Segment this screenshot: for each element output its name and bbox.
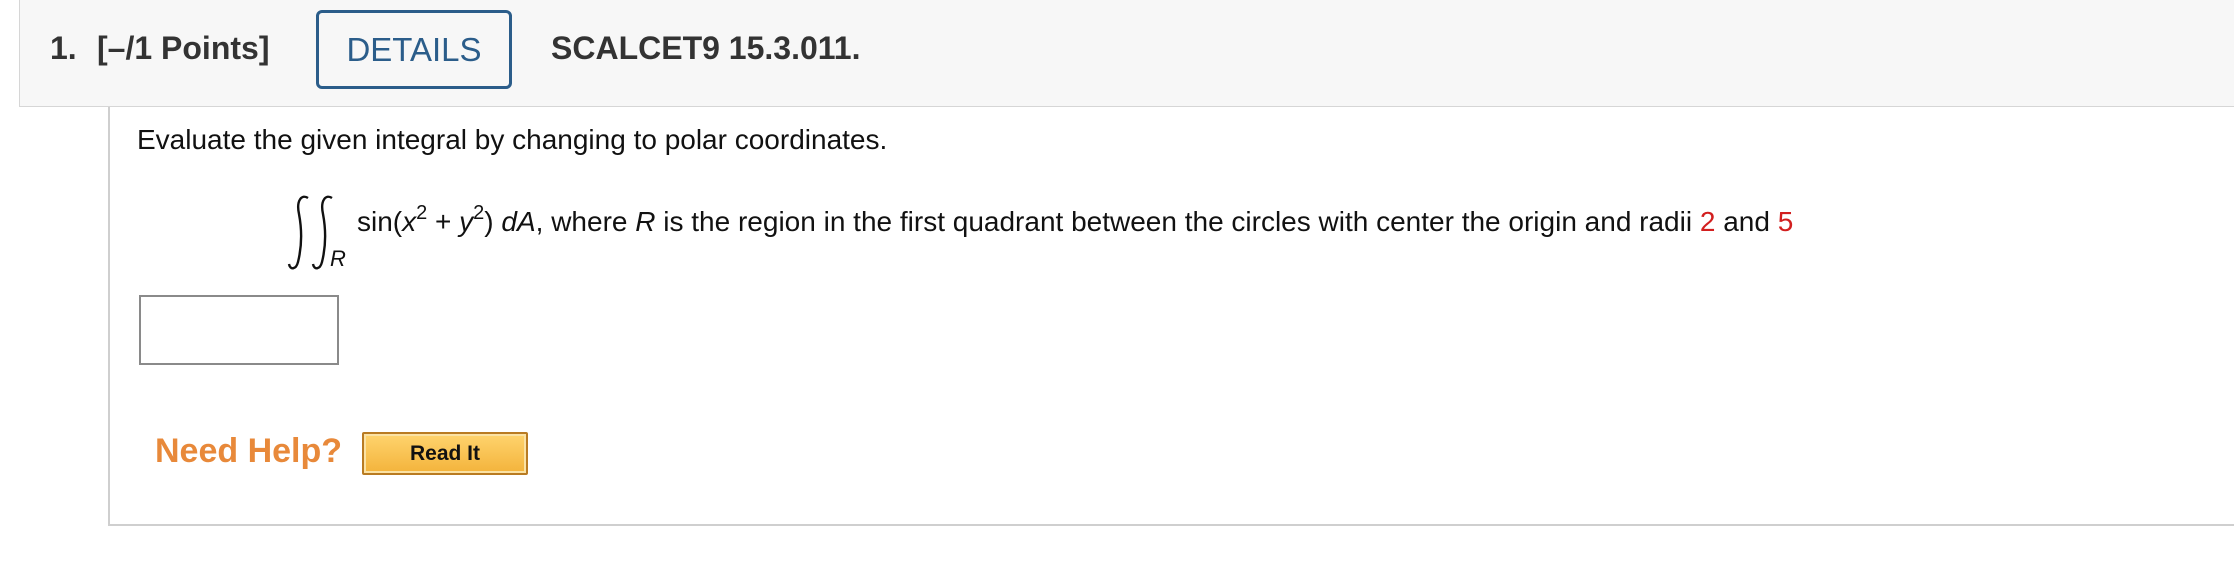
region-description: is the region in the first quadrant betw… <box>655 206 1700 237</box>
need-help-label: Need Help? <box>155 432 343 470</box>
differential: dA <box>501 206 536 237</box>
exponent-y: 2 <box>473 202 485 224</box>
question-number: 1. <box>50 30 77 66</box>
var-y: y <box>459 206 474 237</box>
integral-expression: sin(x2 + y2) dA, where R is the region i… <box>357 203 1794 238</box>
read-it-button[interactable]: Read It <box>362 432 528 475</box>
plus-sign: + <box>427 206 460 237</box>
problem-code: SCALCET9 15.3.011. <box>551 30 861 66</box>
question-prompt: Evaluate the given integral by changing … <box>137 124 888 155</box>
points-label: [–/1 Points] <box>97 30 270 66</box>
where-text: , where <box>535 206 636 237</box>
integral-region-subscript: R <box>330 246 346 271</box>
details-button[interactable]: DETAILS <box>316 10 512 89</box>
region-variable: R <box>635 206 656 237</box>
answer-input[interactable] <box>139 295 339 365</box>
radius-value-2: 5 <box>1777 206 1794 237</box>
and-text: and <box>1715 206 1778 237</box>
radius-value-1: 2 <box>1699 206 1716 237</box>
exponent-x: 2 <box>416 202 428 224</box>
integrand-func: sin( <box>357 206 403 237</box>
close-paren: ) <box>484 206 502 237</box>
var-x: x <box>402 206 417 237</box>
